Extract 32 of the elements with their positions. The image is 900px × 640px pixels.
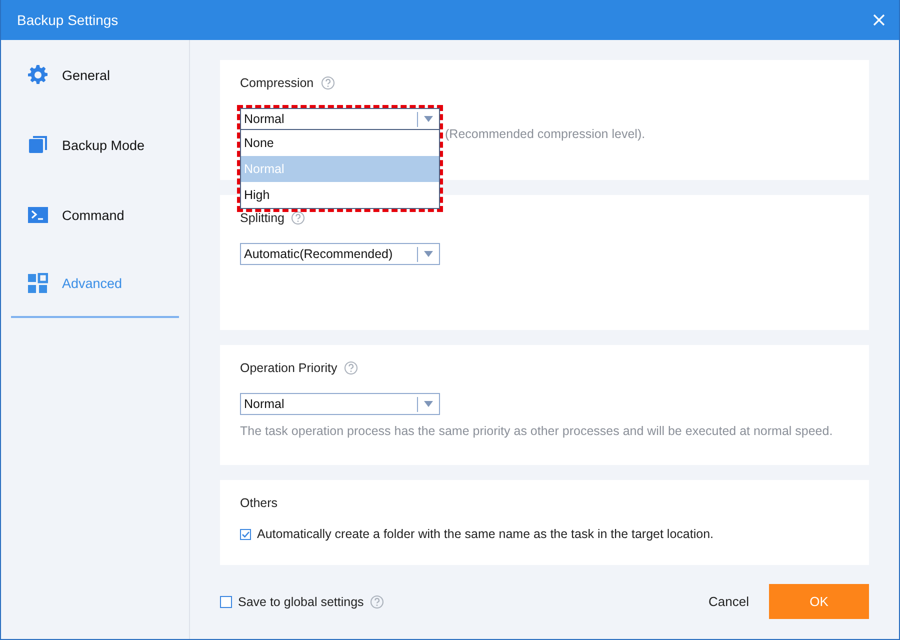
checkbox-label: Automatically create a folder with the same name as the task in the target location.: [257, 527, 714, 541]
caret-icon: [424, 251, 433, 257]
section-title: Others: [240, 496, 278, 510]
help-icon: [344, 361, 358, 375]
copy-icon: [28, 135, 48, 155]
checkbox[interactable]: [240, 528, 251, 540]
sidebar-item[interactable]: General: [11, 40, 179, 110]
dropdown[interactable]: Automatic(Recommended): [240, 243, 440, 265]
help-icon: [320, 76, 335, 90]
window-title: Backup Settings: [17, 12, 118, 28]
cancel-button[interactable]: Cancel: [688, 586, 769, 617]
sidebar-item[interactable]: Backup Mode: [11, 110, 179, 180]
dropdown[interactable]: Normal: [240, 108, 440, 130]
help-icon: [370, 594, 384, 608]
section-title: Compression: [240, 76, 314, 90]
dropdown[interactable]: Normal: [240, 393, 440, 415]
terminal-icon: [28, 205, 48, 225]
description: The task operation process has the same priority as other processes and will be executed at normal speed.: [240, 424, 834, 438]
gear-icon: [28, 65, 48, 85]
checkbox[interactable]: [220, 596, 232, 608]
grid-icon: [28, 273, 48, 293]
checkbox-label: Save to global settings: [238, 594, 364, 608]
section-title: Splitting: [240, 211, 284, 225]
dropdown-option[interactable]: None: [241, 130, 439, 156]
close-icon[interactable]: [873, 14, 885, 26]
description: (Recommended compression level).: [444, 127, 646, 141]
section-title: Operation Priority: [240, 361, 338, 375]
dropdown-option[interactable]: High: [241, 182, 439, 208]
caret-icon: [424, 116, 433, 122]
sidebar-item[interactable]: Command: [11, 180, 179, 250]
caret-icon: [424, 401, 433, 407]
help-icon: [291, 211, 306, 225]
